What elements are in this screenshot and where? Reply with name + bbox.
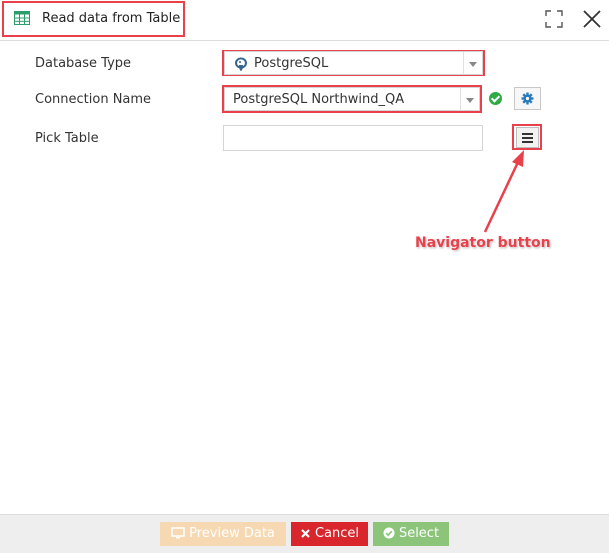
check-circle-icon [383, 527, 395, 539]
preview-data-button[interactable]: Preview Data [160, 522, 286, 546]
monitor-icon [171, 527, 185, 539]
preview-data-label: Preview Data [189, 526, 275, 541]
select-button[interactable]: Select [373, 522, 449, 546]
callout-arrow [483, 150, 524, 233]
footer-bar: Preview Data Cancel Select [0, 514, 609, 553]
close-icon [301, 529, 310, 538]
cancel-button[interactable]: Cancel [291, 522, 368, 546]
select-label: Select [398, 526, 440, 541]
navigator-callout: Navigator button [415, 235, 551, 251]
cancel-label: Cancel [314, 526, 360, 541]
